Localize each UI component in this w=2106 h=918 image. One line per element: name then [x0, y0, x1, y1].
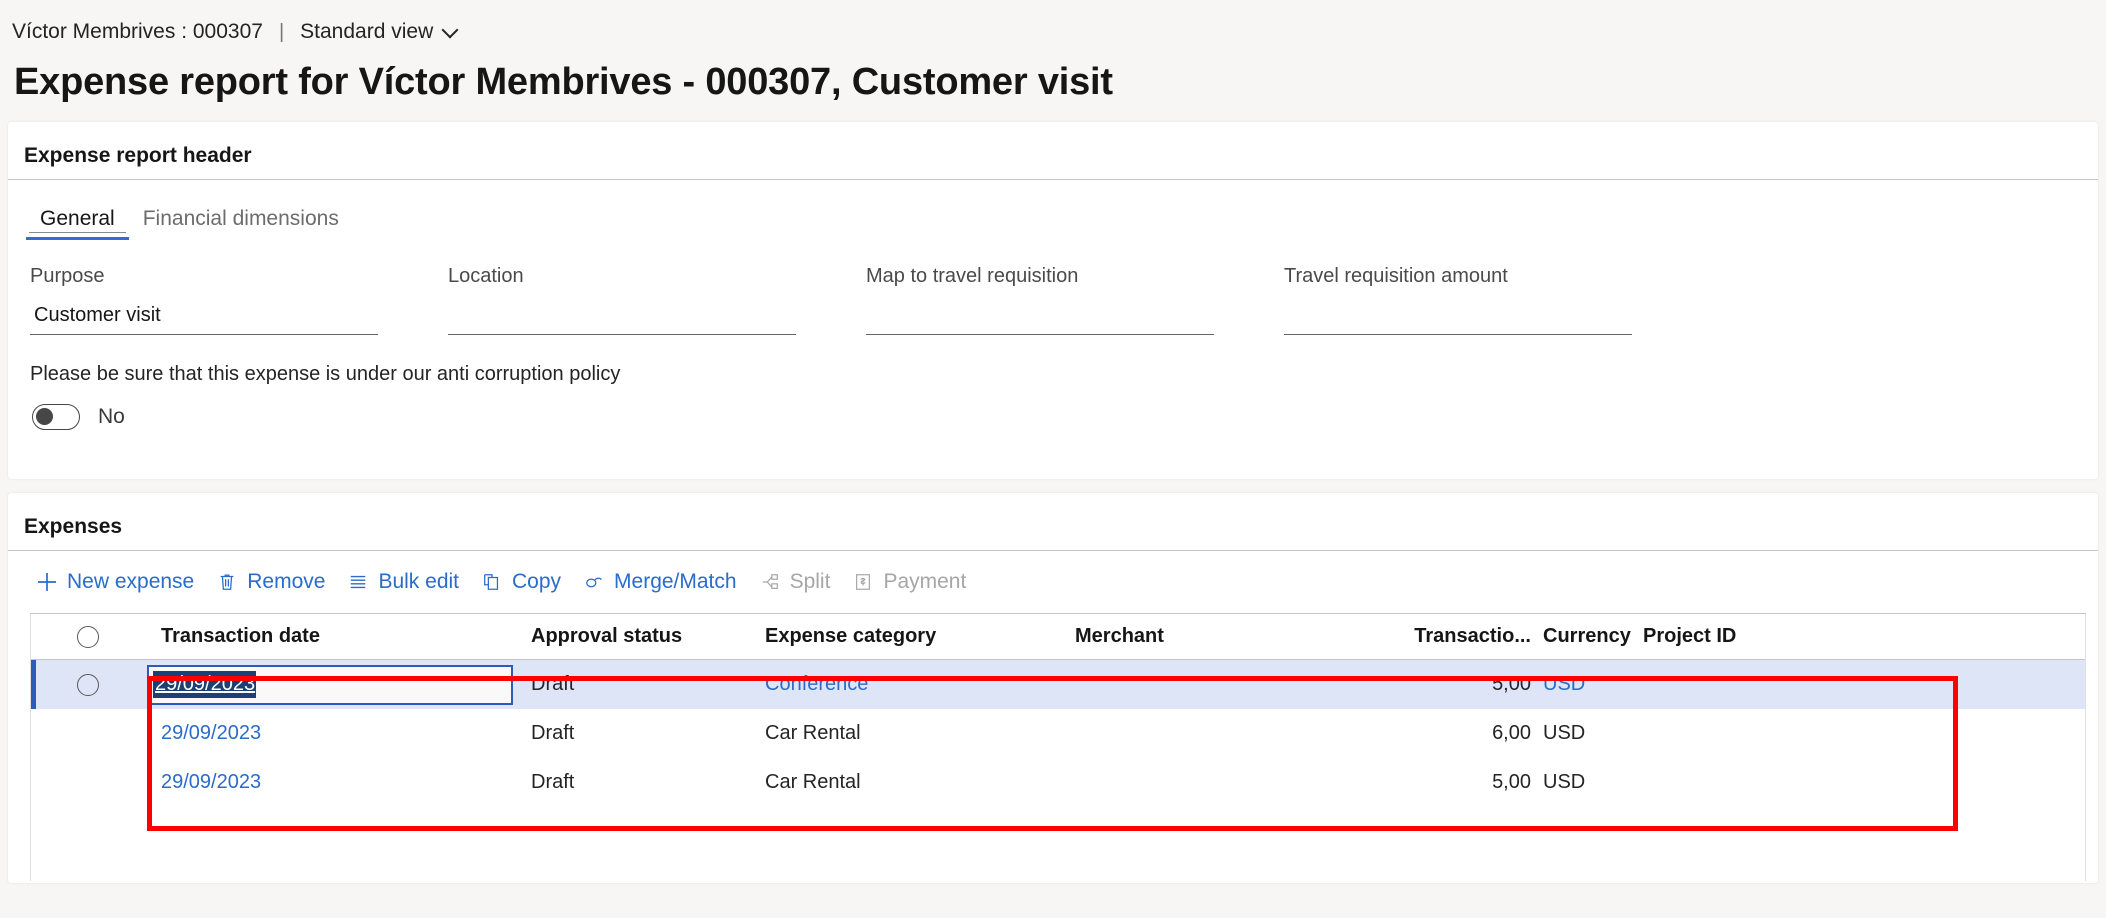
remove-label: Remove	[247, 570, 326, 593]
field-location-label: Location	[448, 265, 524, 287]
cell-transaction-amount[interactable]: 6,00	[1393, 722, 1531, 745]
split-icon	[759, 571, 781, 593]
cell-approval-status: Draft	[531, 722, 575, 744]
anti-corruption-policy-toggle-label: No	[98, 405, 125, 428]
cell-currency[interactable]: USD	[1531, 722, 1631, 745]
cell-approval-status: Draft	[531, 673, 575, 695]
purpose-input[interactable]	[30, 301, 378, 335]
cell-transaction-date[interactable]: 29/09/2023	[145, 722, 531, 745]
list-icon	[347, 571, 369, 593]
field-purpose-label: Purpose	[30, 265, 105, 287]
table-row[interactable]: 29/09/2023 Draft Conference 5,00 USD	[31, 660, 2085, 709]
header-fields-row: Purpose Location Map to travel requisiti…	[8, 240, 2098, 335]
payment-label: Payment	[883, 570, 967, 593]
column-header-project-id[interactable]: Project ID	[1631, 625, 1891, 648]
view-selector-label: Standard view	[300, 20, 434, 43]
cell-transaction-amount[interactable]: 5,00	[1393, 673, 1531, 696]
merge-match-label: Merge/Match	[614, 570, 737, 593]
row-select-cell	[31, 673, 145, 696]
expenses-toolbar: New expense Remove Bulk edit Copy Merge/	[8, 551, 2098, 613]
transaction-date-selected-text: 29/09/2023	[153, 671, 257, 698]
cell-expense-category[interactable]: Conference	[765, 673, 1075, 696]
breadcrumb-record[interactable]: Víctor Membrives : 000307	[12, 20, 263, 44]
merge-match-button[interactable]: Merge/Match	[575, 564, 751, 600]
bulk-edit-label: Bulk edit	[378, 570, 459, 593]
column-header-merchant[interactable]: Merchant	[1075, 625, 1393, 648]
field-travel-requisition-amount: Travel requisition amount	[1284, 264, 1702, 335]
expenses-title: Expenses	[24, 515, 123, 538]
copy-button[interactable]: Copy	[473, 564, 575, 600]
header-tabs: General Financial dimensions	[8, 180, 2098, 240]
new-expense-label: New expense	[67, 570, 195, 593]
copy-icon	[481, 571, 503, 593]
tab-financial-dimensions-label: Financial dimensions	[142, 207, 339, 230]
page-title: Expense report for Víctor Membrives - 00…	[14, 61, 1113, 103]
tab-general-label: General	[40, 207, 115, 230]
bulk-edit-button[interactable]: Bulk edit	[339, 564, 473, 600]
cell-transaction-amount[interactable]: 5,00	[1393, 771, 1531, 794]
expense-report-header-card: Expense report header General Financial …	[8, 122, 2098, 479]
expense-report-header-title: Expense report header	[24, 144, 252, 167]
travel-requisition-amount-input[interactable]	[1284, 301, 1632, 335]
column-header-approval-status[interactable]: Approval status	[531, 625, 765, 648]
select-all-radio[interactable]	[77, 625, 99, 648]
field-map-to-travel-requisition-label: Map to travel requisition	[866, 265, 1079, 287]
chevron-down-icon	[443, 23, 458, 38]
column-header-transaction-date[interactable]: Transaction date	[145, 625, 531, 648]
column-header-currency[interactable]: Currency	[1531, 625, 1631, 648]
cell-approval-status: Draft	[531, 771, 575, 793]
column-header-expense-category[interactable]: Expense category	[765, 625, 1075, 648]
cell-expense-category[interactable]: Car Rental	[765, 771, 1075, 794]
payment-icon	[852, 571, 874, 593]
row-select-radio[interactable]	[77, 673, 99, 696]
new-expense-button[interactable]: New expense	[28, 564, 208, 600]
expenses-card: Expenses New expense Remove Bulk edit Co…	[8, 493, 2098, 883]
breadcrumb: Víctor Membrives : 000307 | Standard vie…	[0, 0, 2106, 46]
field-travel-requisition-amount-label: Travel requisition amount	[1284, 265, 1508, 287]
expenses-grid: Transaction date Approval status Expense…	[30, 613, 2086, 881]
anti-corruption-policy-toggle[interactable]	[32, 404, 80, 430]
payment-button: Payment	[844, 564, 980, 600]
cell-currency[interactable]: USD	[1531, 673, 1631, 696]
location-input[interactable]	[448, 301, 796, 335]
map-to-travel-requisition-input[interactable]	[866, 301, 1214, 335]
trash-icon	[216, 571, 238, 593]
anti-corruption-policy-text: Please be sure that this expense is unde…	[30, 363, 621, 385]
plus-icon	[36, 571, 58, 593]
remove-button[interactable]: Remove	[208, 564, 339, 600]
field-purpose: Purpose	[30, 264, 448, 335]
split-label: Split	[789, 570, 831, 593]
merge-icon	[583, 571, 605, 593]
cell-transaction-date[interactable]: 29/09/2023	[145, 664, 531, 705]
copy-label: Copy	[512, 570, 562, 593]
tab-financial-dimensions[interactable]: Financial dimensions	[129, 206, 353, 240]
split-button: Split	[751, 564, 845, 600]
transaction-date-input[interactable]: 29/09/2023	[147, 664, 513, 705]
anti-corruption-policy-toggle-row: No	[8, 386, 2098, 430]
field-location: Location	[448, 264, 866, 335]
breadcrumb-separator: |	[278, 20, 285, 43]
cell-expense-category[interactable]: Car Rental	[765, 722, 1075, 745]
toggle-knob	[36, 408, 53, 425]
cell-transaction-date[interactable]: 29/09/2023	[145, 771, 531, 794]
field-map-to-travel-requisition: Map to travel requisition	[866, 264, 1284, 335]
grid-header-row: Transaction date Approval status Expense…	[31, 614, 2085, 660]
table-row[interactable]: 29/09/2023 Draft Car Rental 5,00 USD	[31, 758, 2085, 807]
tab-general[interactable]: General	[26, 206, 129, 240]
table-row[interactable]: 29/09/2023 Draft Car Rental 6,00 USD	[31, 709, 2085, 758]
select-all-cell	[31, 625, 145, 648]
tab-active-underline	[29, 232, 126, 233]
view-selector[interactable]: Standard view	[300, 20, 458, 44]
cell-currency[interactable]: USD	[1531, 771, 1631, 794]
column-header-transaction-amount[interactable]: Transactio...	[1393, 625, 1531, 648]
